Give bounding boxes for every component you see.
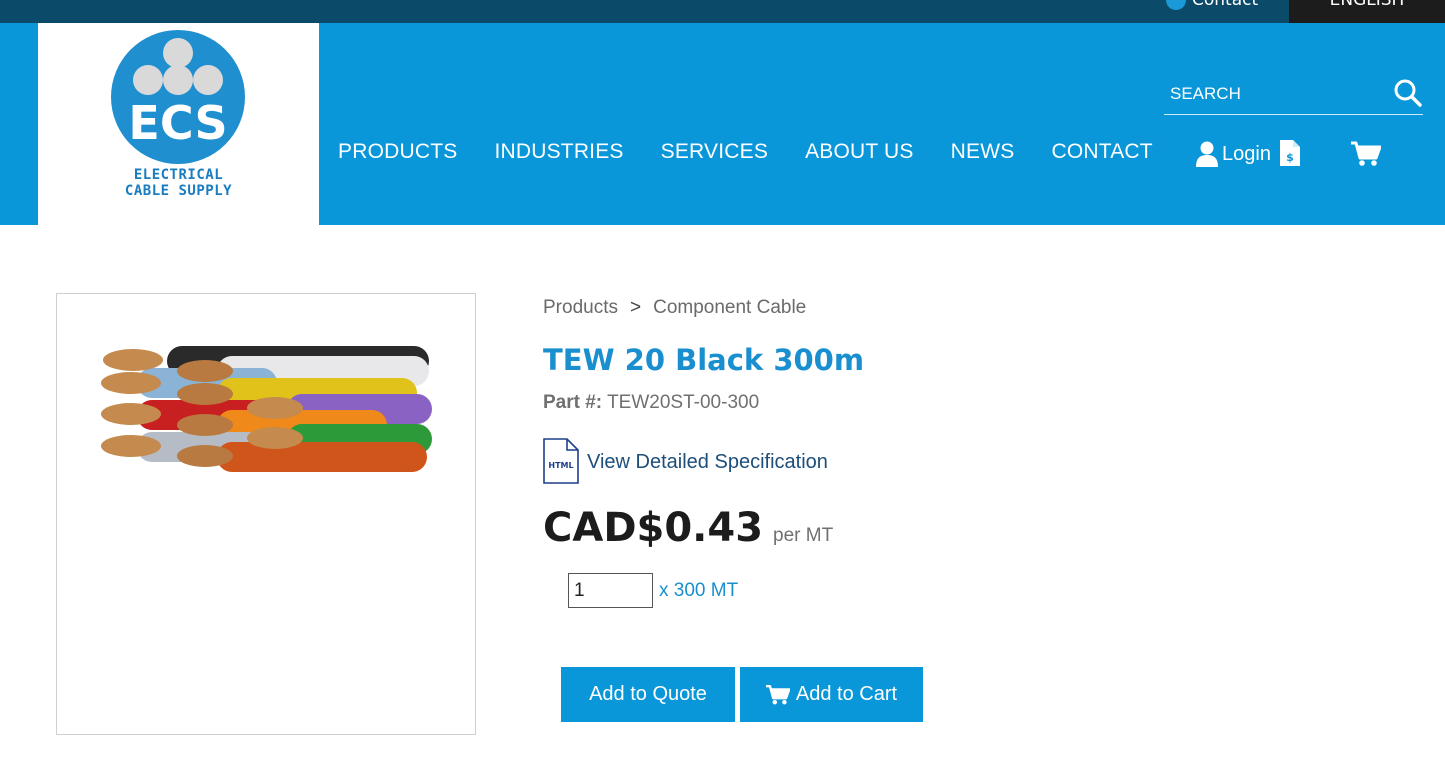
price-amount: CAD$0.43 [543,505,764,551]
specification-link[interactable]: HTML View Detailed Specification [543,438,828,484]
language-label: ENGLISH [1329,0,1405,10]
nav-services[interactable]: SERVICES [661,140,768,164]
add-to-quote-button[interactable]: Add to Quote [561,667,735,722]
shopping-cart-icon[interactable] [1351,141,1381,167]
top-contact-link[interactable]: Contact [1166,0,1258,10]
user-icon [1196,141,1218,167]
quantity-multiplier: x 300 MT [659,579,739,601]
search-bar [1164,75,1423,115]
quantity-input[interactable] [568,573,653,608]
search-icon[interactable] [1392,77,1424,109]
specification-label: View Detailed Specification [587,450,828,473]
logo-line-1: ELECTRICAL [133,167,224,183]
search-input[interactable] [1170,81,1390,107]
cable-product-image [101,346,432,472]
html-document-icon: HTML [543,438,579,484]
breadcrumb-products[interactable]: Products [543,297,618,319]
logo-line-2: CABLE SUPPLY [124,183,233,199]
top-utility-bar: Contact ENGLISH [0,0,1445,23]
quantity-row: x 300 MT [568,573,738,608]
svg-text:$: $ [1286,151,1294,164]
product-image-frame [56,293,476,735]
breadcrumb-component-cable[interactable]: Component Cable [653,297,806,319]
logo-letters: ECS [128,96,227,150]
login-link[interactable]: Login [1196,141,1271,167]
html-badge: HTML [548,461,573,470]
language-selector[interactable]: ENGLISH [1289,0,1445,23]
nav-contact[interactable]: CONTACT [1051,140,1152,164]
price-block: CAD$0.43 per MT [543,505,833,551]
top-contact-label: Contact [1192,0,1259,10]
nav-about-us[interactable]: ABOUT US [805,140,914,164]
quote-document-icon[interactable]: $ [1280,140,1300,166]
nav-products[interactable]: PRODUCTS [338,140,457,164]
nav-news[interactable]: NEWS [951,140,1015,164]
ecs-logo-icon: ECS [111,30,245,164]
phone-icon [1166,0,1186,10]
breadcrumb: Products > Component Cable [543,297,806,319]
part-number-value: TEW20ST-00-300 [607,392,760,413]
site-header: ECS ELECTRICAL CABLE SUPPLY PRODUCTS IND… [0,23,1445,225]
price-unit: per MT [773,525,834,546]
nav-industries[interactable]: INDUSTRIES [494,140,623,164]
add-to-cart-label: Add to Cart [795,683,898,705]
part-number: Part #: TEW20ST-00-300 [543,392,759,414]
product-title: TEW 20 Black 300m [543,343,865,377]
cart-icon [765,684,790,704]
add-to-cart-button[interactable]: Add to Cart [740,667,923,722]
add-to-quote-label: Add to Quote [589,683,707,705]
login-label: Login [1222,142,1271,165]
site-logo[interactable]: ECS ELECTRICAL CABLE SUPPLY [38,23,319,225]
part-number-label: Part #: [543,392,603,413]
breadcrumb-separator: > [629,297,642,318]
main-nav: PRODUCTS INDUSTRIES SERVICES ABOUT US NE… [338,140,1153,164]
